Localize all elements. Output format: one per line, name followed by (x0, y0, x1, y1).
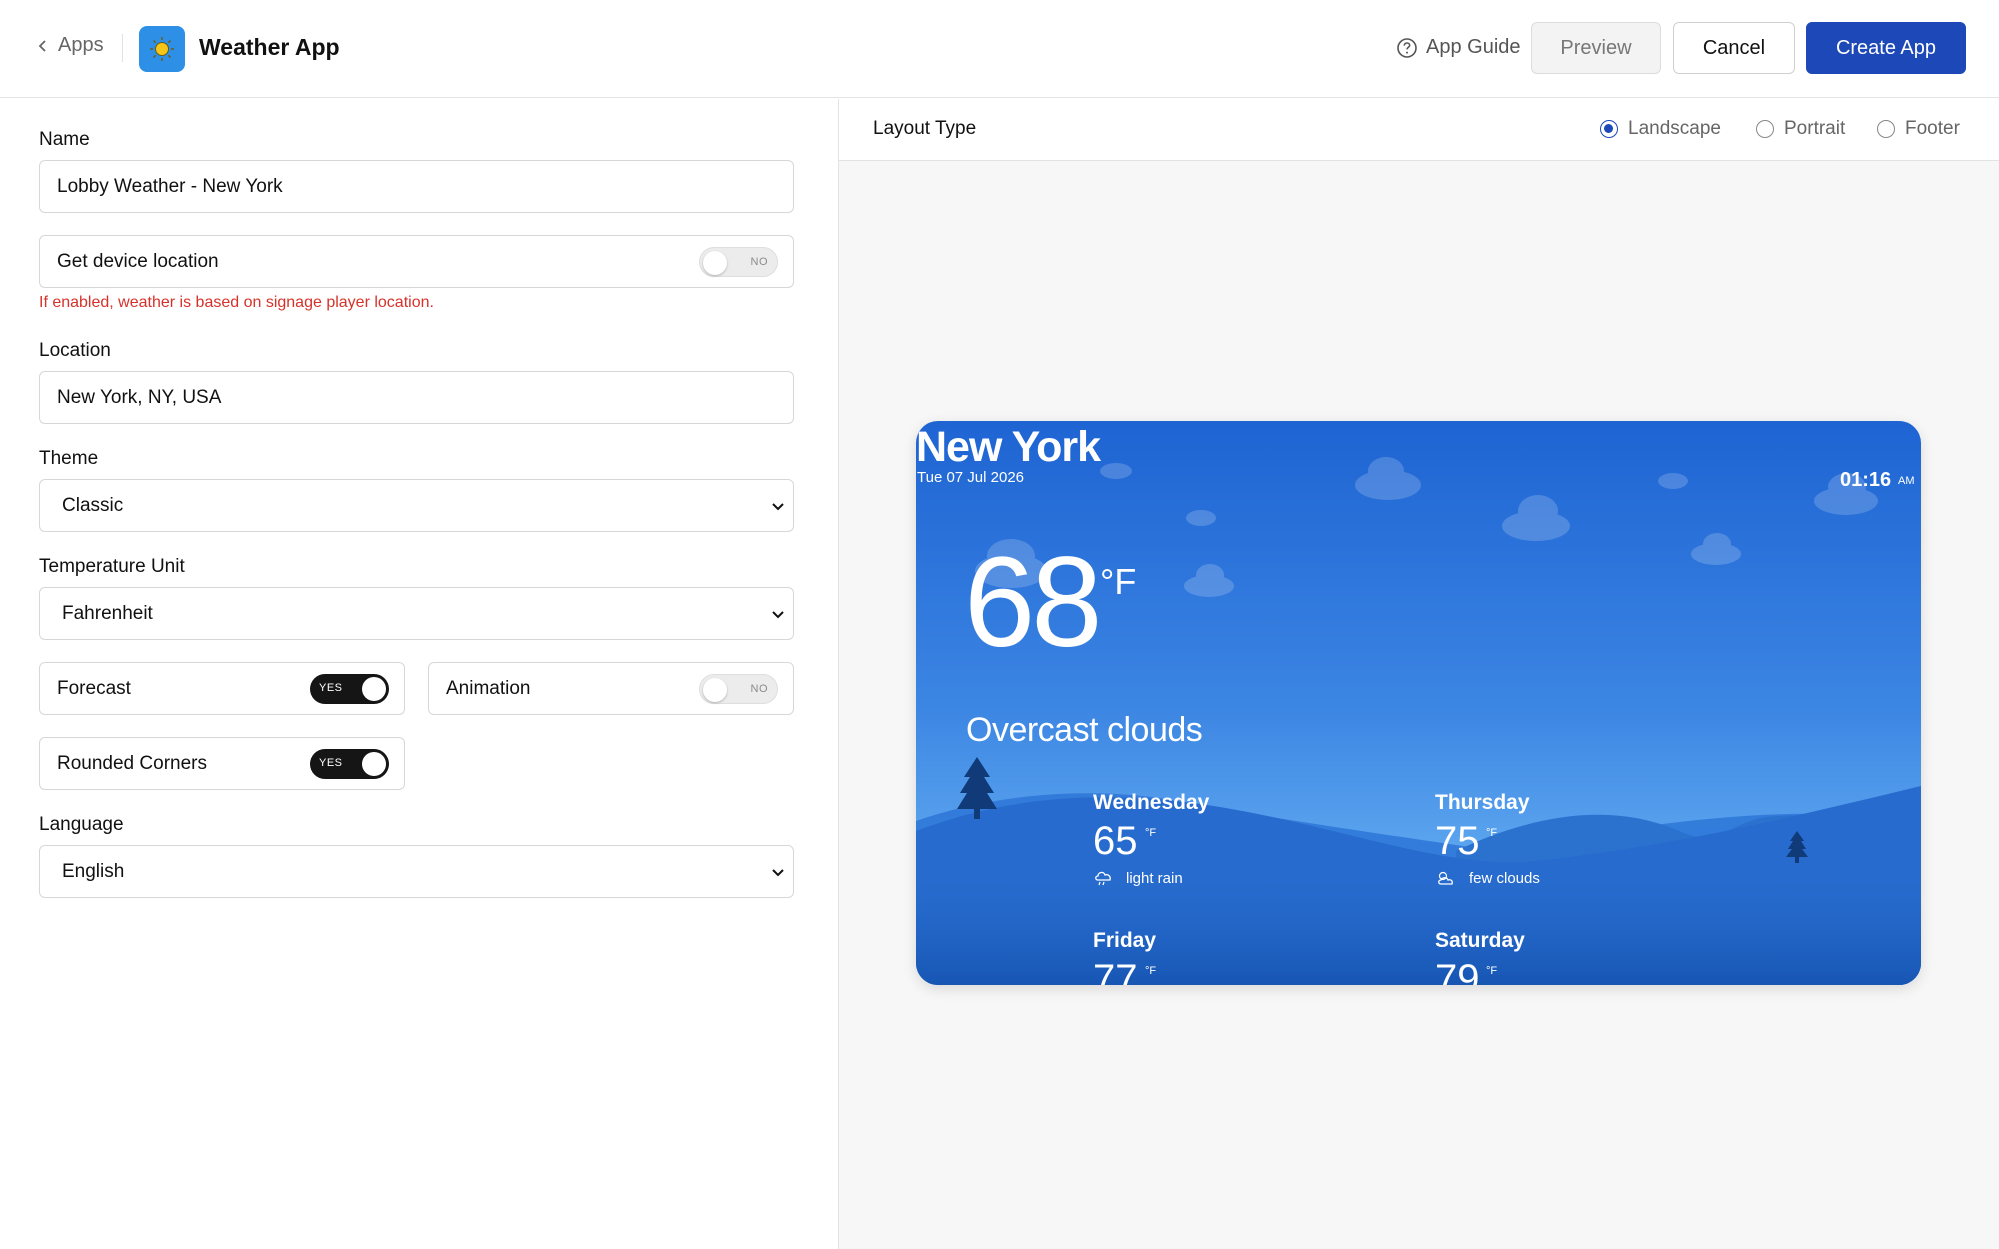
language-value: English (62, 860, 125, 882)
preview-panel: Layout Type Landscape Portrait Footer Ne… (839, 99, 1999, 1249)
back-to-apps-link[interactable]: Apps (36, 34, 104, 57)
preview-city: New York (916, 423, 1101, 471)
animation-label: Animation (446, 677, 531, 699)
temperature-unit-select[interactable]: Fahrenheit (39, 587, 794, 640)
help-circle-icon (1397, 37, 1417, 58)
app-guide-label: App Guide (1426, 36, 1521, 58)
location-input[interactable]: New York, NY, USA (39, 371, 794, 424)
temperature-unit-label: Temperature Unit (39, 556, 185, 577)
preview-description: Overcast clouds (966, 711, 1203, 749)
toggle-knob (362, 677, 386, 701)
settings-form: Name Lobby Weather - New York Get device… (0, 99, 838, 1249)
preview-temperature: 68 (964, 531, 1102, 674)
toggle-state: YES (319, 757, 343, 769)
layout-option-label: Portrait (1784, 118, 1846, 139)
cancel-button[interactable]: Cancel (1673, 22, 1795, 74)
rounded-corners-label: Rounded Corners (57, 752, 207, 774)
layout-option-label: Footer (1905, 118, 1960, 139)
language-select[interactable]: English (39, 845, 794, 898)
chevron-down-icon (772, 869, 784, 877)
app-header: Apps Weather App App Guide Preview Cance… (0, 0, 1999, 98)
forecast-temp: 77 (1093, 957, 1138, 985)
preview-button[interactable]: Preview (1531, 22, 1661, 74)
radio-icon (1756, 120, 1774, 138)
forecast-day: Wednesday (1093, 791, 1210, 814)
toggle-knob (362, 752, 386, 776)
chevron-left-icon (38, 39, 46, 52)
toggle-knob (703, 678, 727, 702)
forecast-toggle[interactable]: YES (310, 674, 389, 704)
forecast-condition: light rain (1126, 870, 1183, 887)
language-label: Language (39, 814, 124, 835)
forecast-day: Thursday (1435, 791, 1530, 814)
temperature-unit-value: Fahrenheit (62, 602, 153, 624)
animation-toggle[interactable]: NO (699, 674, 778, 704)
theme-value: Classic (62, 494, 124, 516)
forecast-condition: few clouds (1469, 870, 1540, 887)
preview-unit: °F (1100, 561, 1137, 602)
layout-option-footer[interactable]: Footer (1877, 118, 1960, 140)
location-label: Location (39, 340, 111, 361)
device-location-label: Get device location (57, 250, 219, 272)
layout-option-portrait[interactable]: Portrait (1756, 118, 1845, 140)
rain-cloud-icon (1095, 871, 1111, 886)
chevron-down-icon (772, 611, 784, 619)
forecast-row: Forecast YES (39, 662, 405, 715)
toggle-knob (703, 251, 727, 275)
toggle-state: NO (750, 256, 768, 268)
create-app-button[interactable]: Create App (1806, 22, 1966, 74)
radio-icon (1877, 120, 1895, 138)
page-title: Weather App (199, 34, 340, 60)
sun-icon (150, 37, 174, 61)
preview-ampm: AM (1898, 475, 1915, 487)
forecast-day: Friday (1093, 929, 1157, 952)
forecast-temp: 79 (1435, 957, 1480, 985)
device-location-toggle[interactable]: NO (699, 247, 778, 277)
toggle-state: NO (750, 683, 768, 695)
layout-type-bar: Layout Type Landscape Portrait Footer (839, 99, 1999, 161)
forecast-unit: °F (1145, 965, 1157, 977)
rounded-corners-toggle[interactable]: YES (310, 749, 389, 779)
layout-option-label: Landscape (1628, 118, 1721, 139)
chevron-down-icon (772, 503, 784, 511)
radio-selected-icon (1600, 120, 1618, 138)
forecast-unit: °F (1486, 827, 1498, 839)
header-divider (122, 34, 123, 62)
weather-preview-widget: New York Tue 07 Jul 2026 01:16 AM 68 °F … (916, 421, 1921, 985)
app-guide-link[interactable]: App Guide (1396, 36, 1521, 59)
preview-date: Tue 07 Jul 2026 (917, 469, 1025, 486)
name-label: Name (39, 129, 90, 150)
preview-time: 01:16 (1840, 469, 1892, 491)
animation-row: Animation NO (428, 662, 794, 715)
partly-cloudy-icon (1438, 871, 1453, 885)
name-input[interactable]: Lobby Weather - New York (39, 160, 794, 213)
rounded-corners-row: Rounded Corners YES (39, 737, 405, 790)
device-location-hint: If enabled, weather is based on signage … (39, 294, 434, 311)
weather-scene-illustration (916, 457, 1921, 985)
forecast-label: Forecast (57, 677, 131, 699)
forecast-unit: °F (1145, 827, 1157, 839)
theme-label: Theme (39, 448, 99, 469)
forecast-unit: °F (1486, 965, 1498, 977)
layout-option-landscape[interactable]: Landscape (1600, 118, 1721, 140)
toggle-state: YES (319, 682, 343, 694)
forecast-temp: 75 (1435, 819, 1480, 863)
weather-app-icon (139, 26, 185, 72)
theme-select[interactable]: Classic (39, 479, 794, 532)
device-location-row: Get device location NO (39, 235, 794, 288)
forecast-temp: 65 (1093, 819, 1138, 863)
layout-type-label: Layout Type (873, 118, 977, 139)
back-label: Apps (58, 34, 104, 56)
forecast-day: Saturday (1435, 929, 1525, 952)
